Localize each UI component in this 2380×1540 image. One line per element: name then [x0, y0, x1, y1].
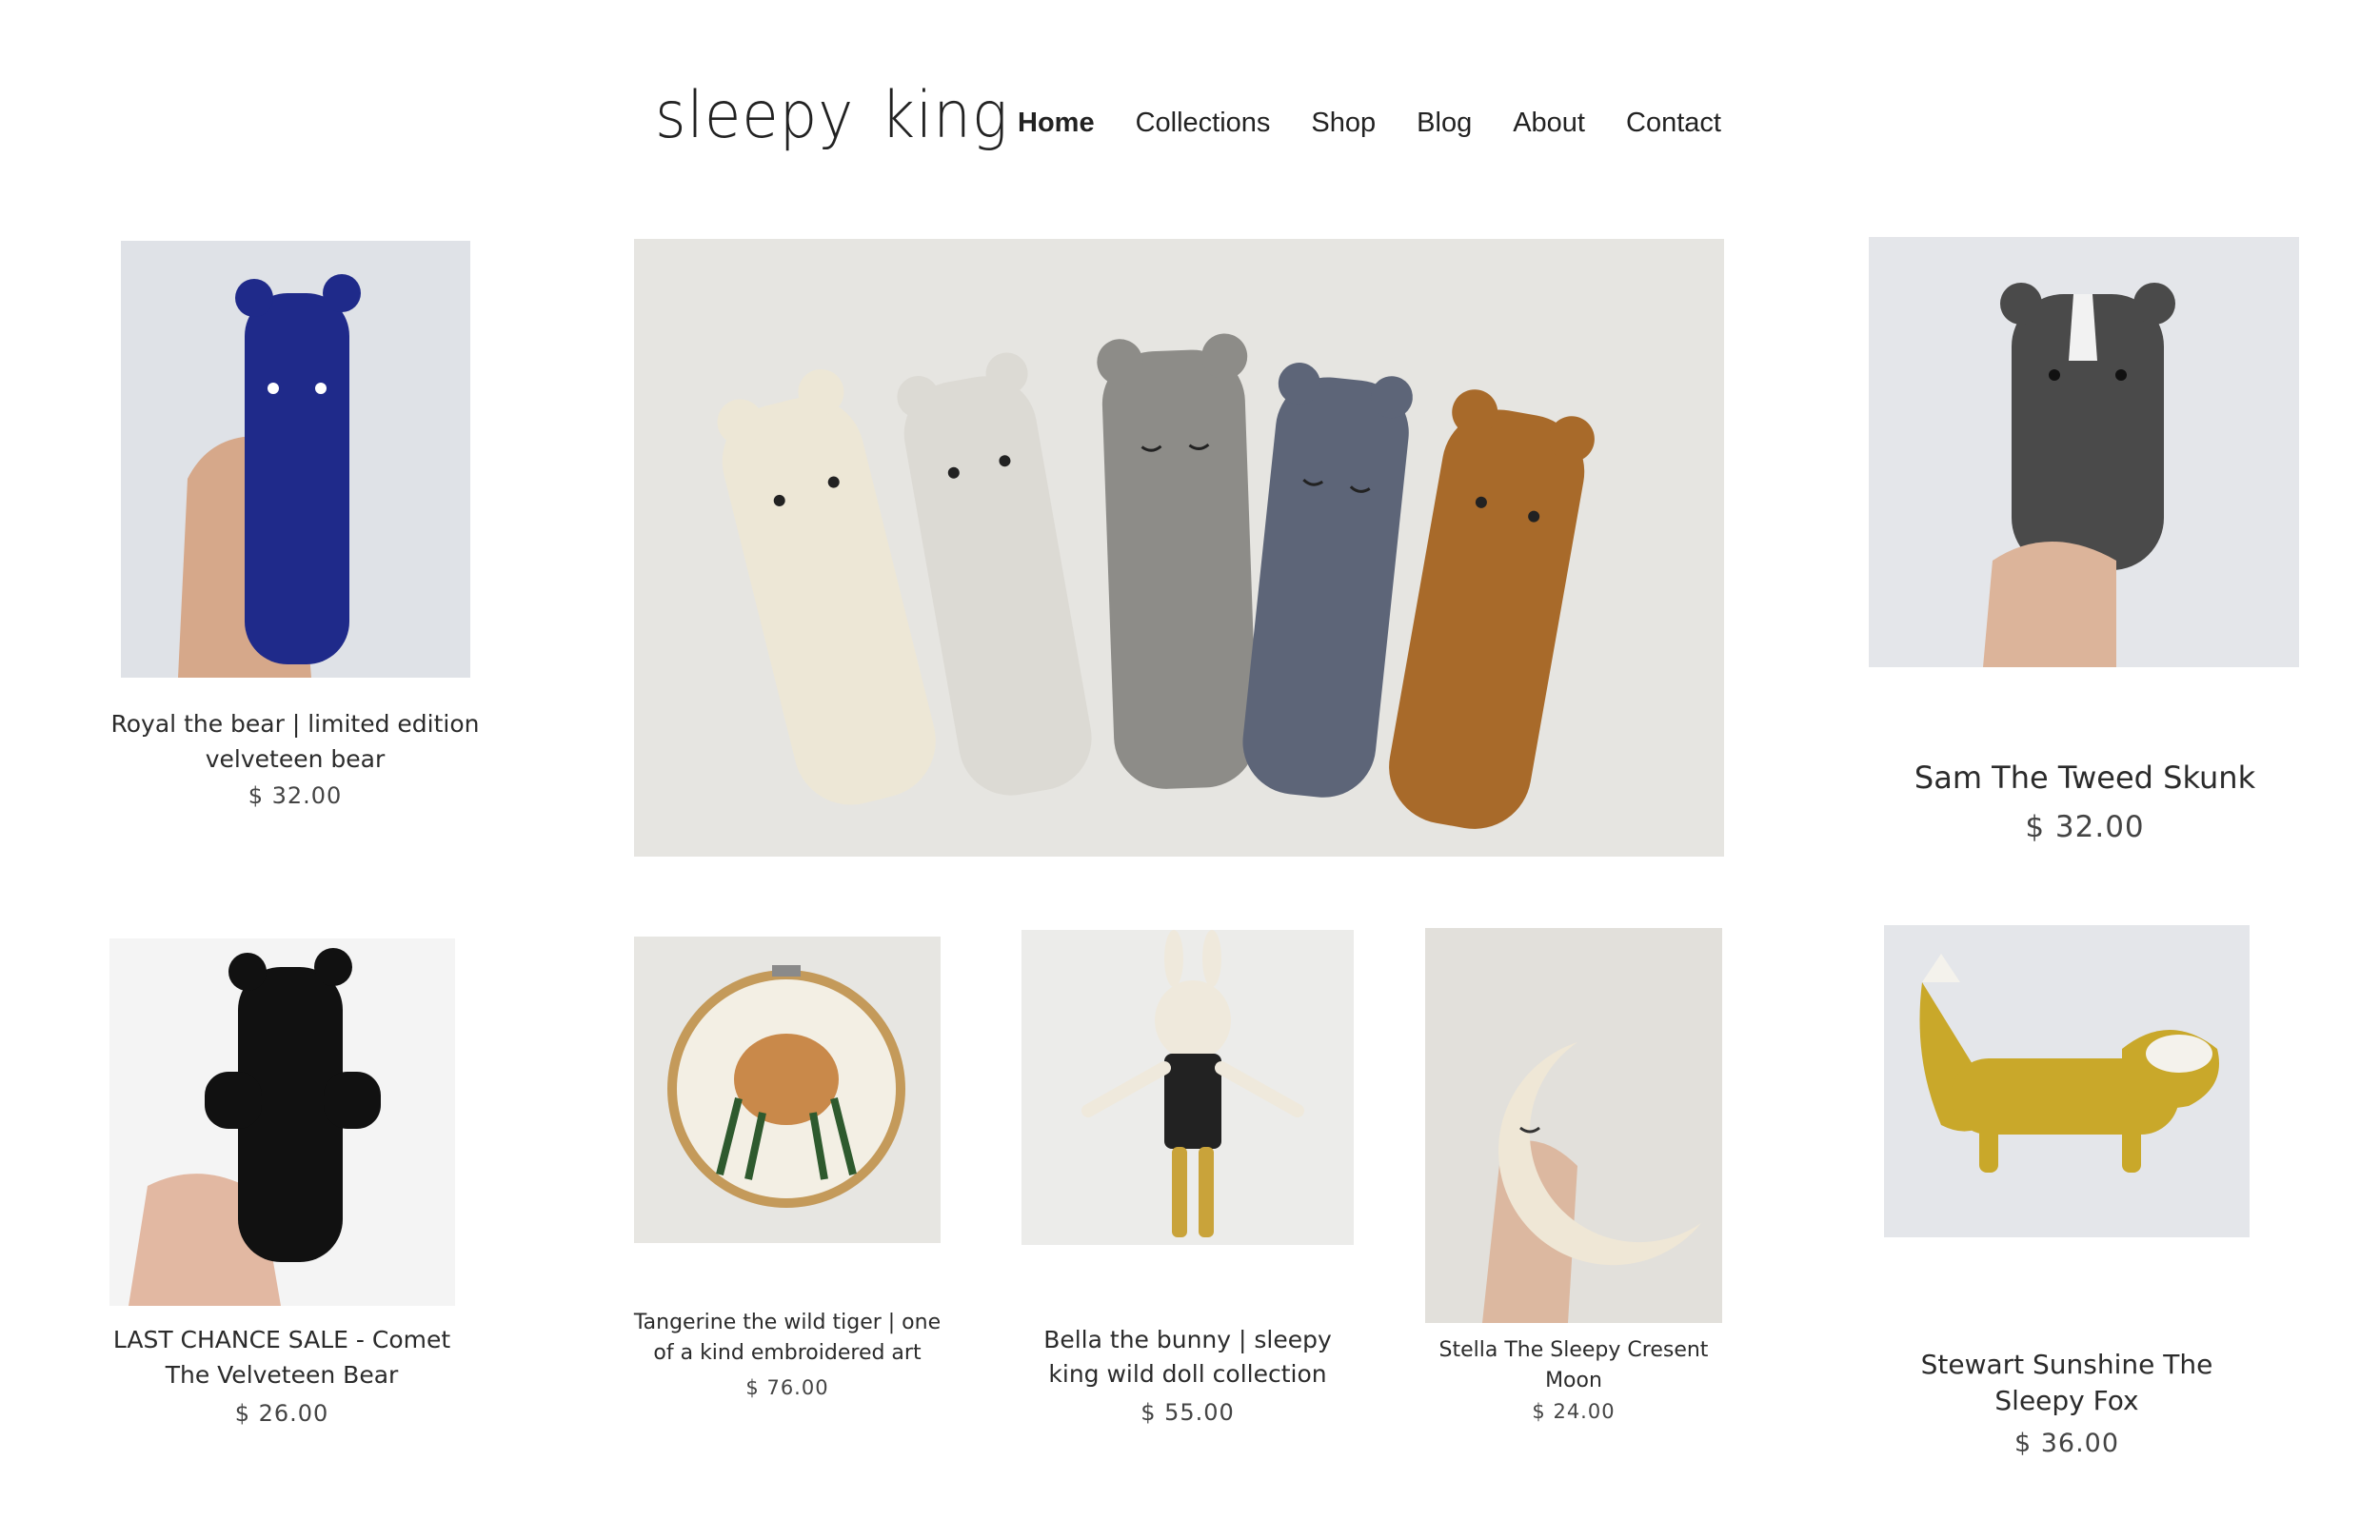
product-card-stewart-fox: Stewart Sunshine The Sleepy Fox $ 36.00 — [1885, 1347, 2249, 1458]
product-price: $ 32.00 — [2025, 810, 2145, 844]
hero-image-five-bears[interactable] — [634, 239, 1724, 857]
product-image-royal-bear[interactable] — [121, 241, 470, 678]
product-price: $ 26.00 — [234, 1400, 329, 1427]
nav-about[interactable]: About — [1513, 108, 1585, 139]
product-image-tweed-skunk[interactable] — [1869, 237, 2299, 667]
main-nav: Home Collections Shop Blog About Contact — [1018, 108, 1721, 139]
product-price: $ 76.00 — [745, 1376, 829, 1399]
product-card-comet-bear: LAST CHANCE SALE - Comet The Velveteen B… — [101, 1322, 463, 1427]
product-image-stella-moon[interactable] — [1425, 928, 1722, 1323]
product-card-bella-bunny: Bella the bunny | sleepy king wild doll … — [1019, 1323, 1357, 1426]
logo-word-sleepy: sleepy — [655, 78, 855, 153]
product-image-tangerine-tiger[interactable] — [634, 937, 941, 1243]
product-card-tangerine-tiger: Tangerine the wild tiger | one of a kind… — [628, 1308, 946, 1399]
product-price: $ 36.00 — [2013, 1429, 2120, 1458]
product-title[interactable]: Stewart Sunshine The Sleepy Fox — [1885, 1347, 2249, 1419]
nav-shop[interactable]: Shop — [1311, 108, 1376, 139]
nav-collections[interactable]: Collections — [1136, 108, 1271, 139]
nav-contact[interactable]: Contact — [1626, 108, 1721, 139]
product-title[interactable]: Stella The Sleepy Cresent Moon — [1409, 1335, 1738, 1396]
product-card-royal-bear: Royal the bear | limited edition velvete… — [107, 706, 484, 809]
product-image-comet-bear[interactable] — [109, 938, 455, 1306]
product-price: $ 55.00 — [1140, 1399, 1235, 1426]
product-image-stewart-fox[interactable] — [1884, 925, 2250, 1237]
product-price: $ 32.00 — [248, 782, 343, 809]
product-title[interactable]: Royal the bear | limited edition velvete… — [107, 706, 484, 777]
logo-word-king: king — [880, 78, 1009, 153]
product-image-bella-bunny[interactable] — [1021, 930, 1354, 1245]
product-card-tweed-skunk: Sam The Tweed Skunk $ 32.00 — [1866, 757, 2304, 844]
product-card-stella-moon: Stella The Sleepy Cresent Moon $ 24.00 — [1409, 1335, 1738, 1423]
product-title[interactable]: Sam The Tweed Skunk — [1866, 757, 2304, 799]
site-logo[interactable]: sleepy king — [655, 78, 1008, 153]
nav-blog[interactable]: Blog — [1417, 108, 1472, 139]
nav-home[interactable]: Home — [1018, 108, 1095, 139]
product-title[interactable]: LAST CHANCE SALE - Comet The Velveteen B… — [101, 1322, 463, 1392]
product-title[interactable]: Bella the bunny | sleepy king wild doll … — [1019, 1323, 1357, 1392]
product-price: $ 24.00 — [1532, 1400, 1616, 1423]
product-title[interactable]: Tangerine the wild tiger | one of a kind… — [628, 1308, 946, 1369]
